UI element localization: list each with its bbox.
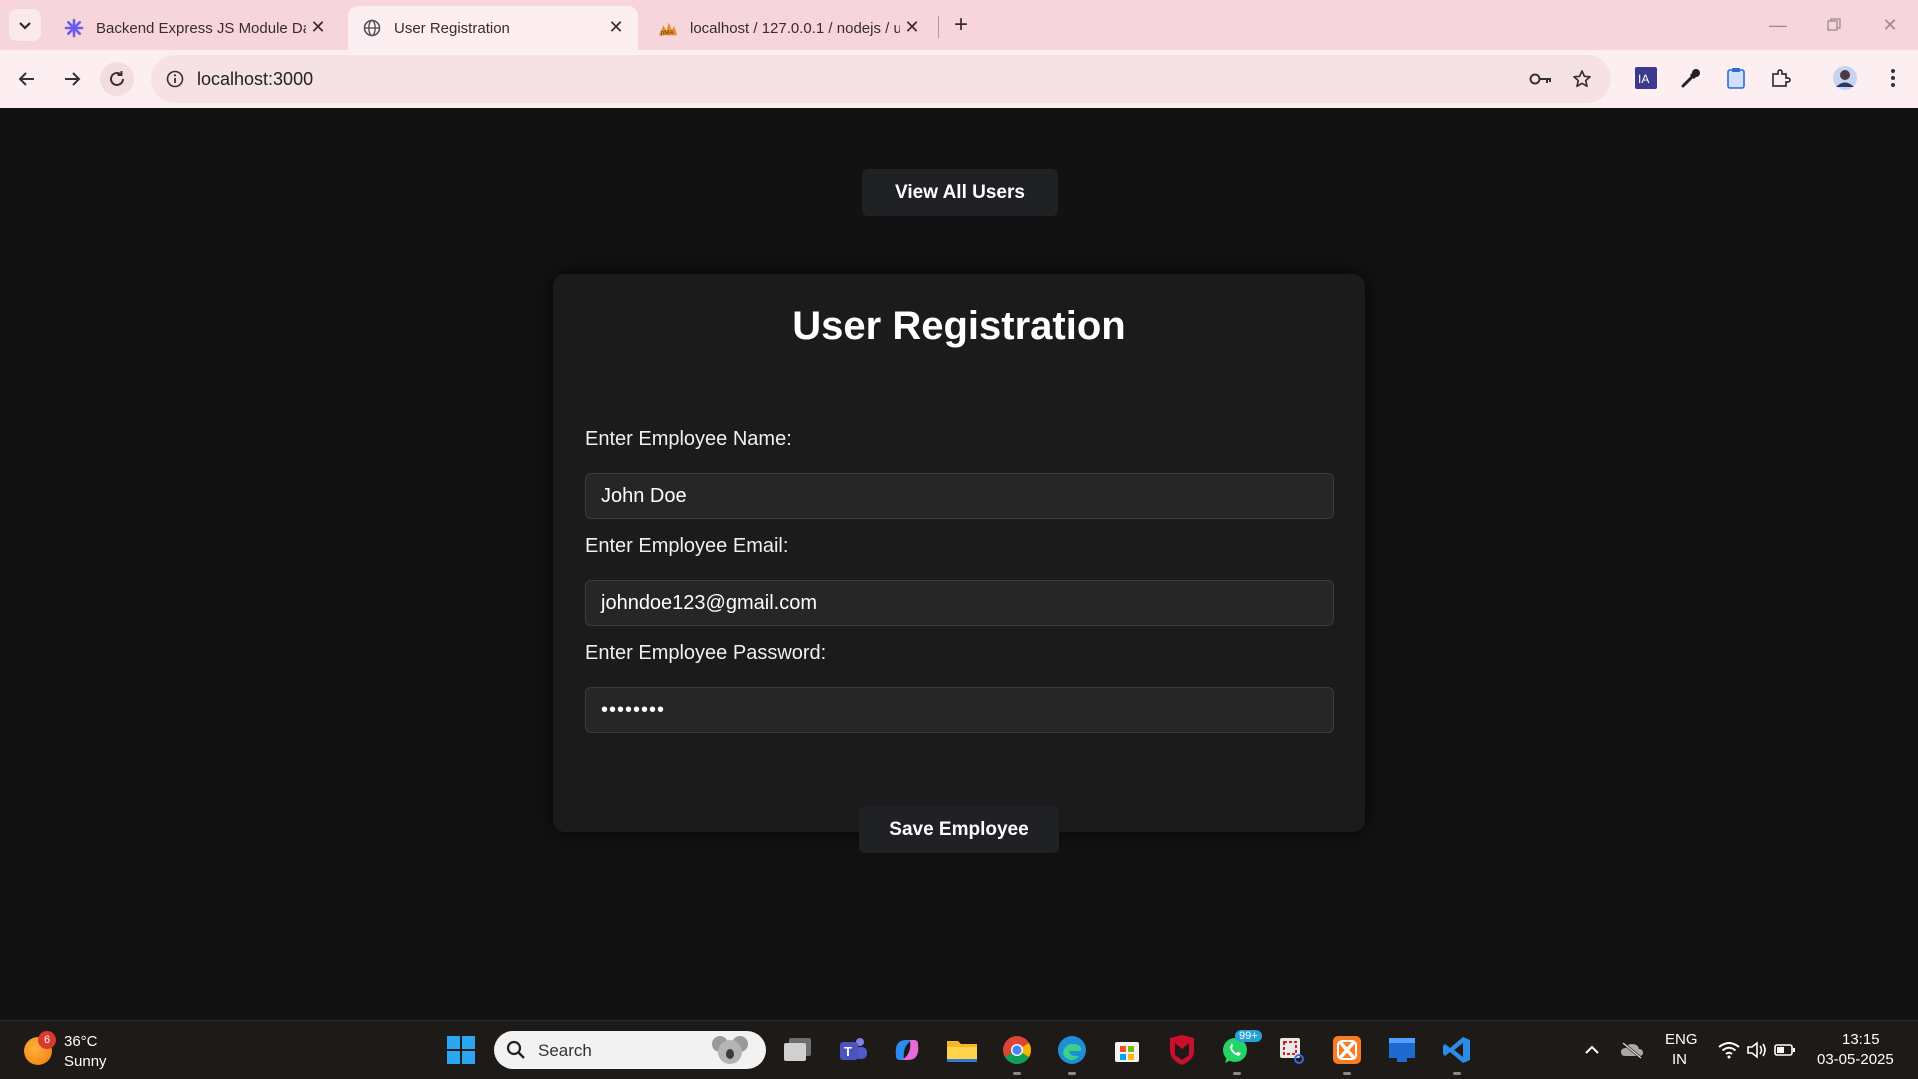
running-indicator: [1068, 1072, 1076, 1075]
windows-taskbar: 6 36°C Sunny Search T 99+ ENG IN 13:15 0…: [0, 1020, 1918, 1079]
forward-button[interactable]: [55, 62, 89, 96]
running-indicator: [1013, 1072, 1021, 1075]
svg-text:IA: IA: [1638, 72, 1649, 86]
clock-date[interactable]: 03-05-2025: [1817, 1051, 1894, 1068]
language-top[interactable]: ENG: [1665, 1031, 1698, 1048]
xampp-icon[interactable]: [1329, 1032, 1365, 1068]
file-explorer-icon[interactable]: [944, 1032, 980, 1068]
address-bar[interactable]: localhost:3000: [151, 55, 1611, 103]
reload-button[interactable]: [100, 62, 134, 96]
password-label: Enter Employee Password:: [585, 642, 827, 664]
employee-name-input[interactable]: John Doe: [585, 473, 1334, 519]
tab-backend-express[interactable]: Backend Express JS Module Day ✕: [50, 6, 340, 50]
browser-tab-strip: Backend Express JS Module Day ✕ User Reg…: [0, 0, 1918, 50]
onedrive-offline-icon[interactable]: [1614, 1032, 1650, 1068]
tab-phpmyadmin[interactable]: pMA localhost / 127.0.0.1 / nodejs / u ✕: [644, 6, 934, 50]
whatsapp-icon[interactable]: 99+: [1219, 1030, 1262, 1068]
vscode-icon[interactable]: [1439, 1032, 1475, 1068]
site-info-icon[interactable]: [163, 67, 187, 91]
copilot-icon[interactable]: [889, 1032, 925, 1068]
tab-title: localhost / 127.0.0.1 / nodejs / u: [690, 19, 900, 37]
spark-icon: [64, 18, 84, 38]
edge-icon[interactable]: [1054, 1032, 1090, 1068]
tab-title: User Registration: [394, 19, 510, 37]
employee-password-input[interactable]: ••••••••: [585, 687, 1334, 733]
task-view-icon[interactable]: [780, 1032, 816, 1068]
clock-time[interactable]: 13:15: [1842, 1031, 1880, 1048]
bookmark-star-icon[interactable]: [1570, 67, 1594, 91]
restore-button[interactable]: [1812, 10, 1856, 40]
arrow-right-icon: [65, 72, 81, 86]
search-placeholder: Search: [538, 1041, 592, 1060]
employee-email-input[interactable]: johndoe123@gmail.com: [585, 580, 1334, 626]
koala-icon: [712, 1036, 748, 1064]
phpmyadmin-icon: pMA: [658, 18, 678, 38]
clipboard-extension-icon[interactable]: [1721, 63, 1751, 93]
snipping-tool-icon[interactable]: [1274, 1032, 1310, 1068]
view-all-users-button[interactable]: View All Users: [862, 169, 1058, 216]
weather-temp: 36°C: [64, 1033, 98, 1050]
email-label: Enter Employee Email:: [585, 535, 789, 557]
page-viewport: View All Users User Registration Enter E…: [0, 108, 1918, 1020]
running-indicator: [1343, 1072, 1351, 1075]
svg-text:pMA: pMA: [661, 29, 675, 36]
battery-icon[interactable]: [1767, 1032, 1803, 1068]
eyedropper-extension-icon[interactable]: [1676, 63, 1706, 93]
tab-separator: [938, 16, 939, 38]
running-indicator: [1453, 1072, 1461, 1075]
name-label: Enter Employee Name:: [585, 428, 792, 450]
new-tab-button[interactable]: +: [946, 10, 976, 40]
minimize-button[interactable]: —: [1756, 10, 1800, 40]
arrow-left-icon: [18, 72, 34, 86]
close-tab-icon[interactable]: ✕: [902, 17, 922, 37]
save-employee-button[interactable]: Save Employee: [859, 806, 1059, 853]
browser-menu-icon[interactable]: [1878, 63, 1908, 93]
svg-text:T: T: [844, 1044, 852, 1059]
weather-condition: Sunny: [64, 1053, 107, 1070]
windows-start-icon[interactable]: [443, 1032, 479, 1068]
back-button[interactable]: [10, 62, 44, 96]
close-tab-icon[interactable]: ✕: [308, 17, 328, 37]
weather-badge: 6: [38, 1031, 56, 1049]
extensions-puzzle-icon[interactable]: [1766, 63, 1796, 93]
language-bottom[interactable]: IN: [1672, 1051, 1687, 1068]
registration-card: User Registration Enter Employee Name: J…: [553, 274, 1365, 853]
tab-title: Backend Express JS Module Day: [96, 19, 306, 37]
mcafee-icon[interactable]: [1164, 1032, 1200, 1068]
chrome-icon[interactable]: [999, 1032, 1035, 1068]
whatsapp-badge: 99+: [1235, 1030, 1262, 1042]
restore-icon: [1827, 18, 1841, 31]
globe-icon: [362, 18, 382, 38]
ia-extension-icon[interactable]: IA: [1631, 63, 1661, 93]
taskbar-search[interactable]: Search: [494, 1031, 766, 1069]
chevron-up-icon[interactable]: [1574, 1032, 1610, 1068]
tab-search-button[interactable]: [9, 9, 41, 41]
tab-user-registration[interactable]: User Registration ✕: [348, 6, 638, 50]
search-icon: [506, 1040, 525, 1059]
profile-avatar[interactable]: [1830, 63, 1860, 93]
running-indicator: [1233, 1072, 1241, 1075]
close-tab-icon[interactable]: ✕: [606, 17, 626, 37]
close-window-button[interactable]: ✕: [1868, 10, 1912, 40]
form-title: User Registration: [792, 304, 1126, 348]
microsoft-store-icon[interactable]: [1109, 1032, 1145, 1068]
chevron-down-icon: [19, 22, 31, 30]
teams-icon[interactable]: T: [835, 1032, 871, 1068]
browser-toolbar: localhost:3000 IA: [0, 50, 1918, 108]
url-text: localhost:3000: [197, 69, 314, 89]
blue-app-icon[interactable]: [1384, 1032, 1420, 1068]
reload-icon: [110, 71, 124, 86]
password-key-icon[interactable]: [1529, 67, 1553, 91]
